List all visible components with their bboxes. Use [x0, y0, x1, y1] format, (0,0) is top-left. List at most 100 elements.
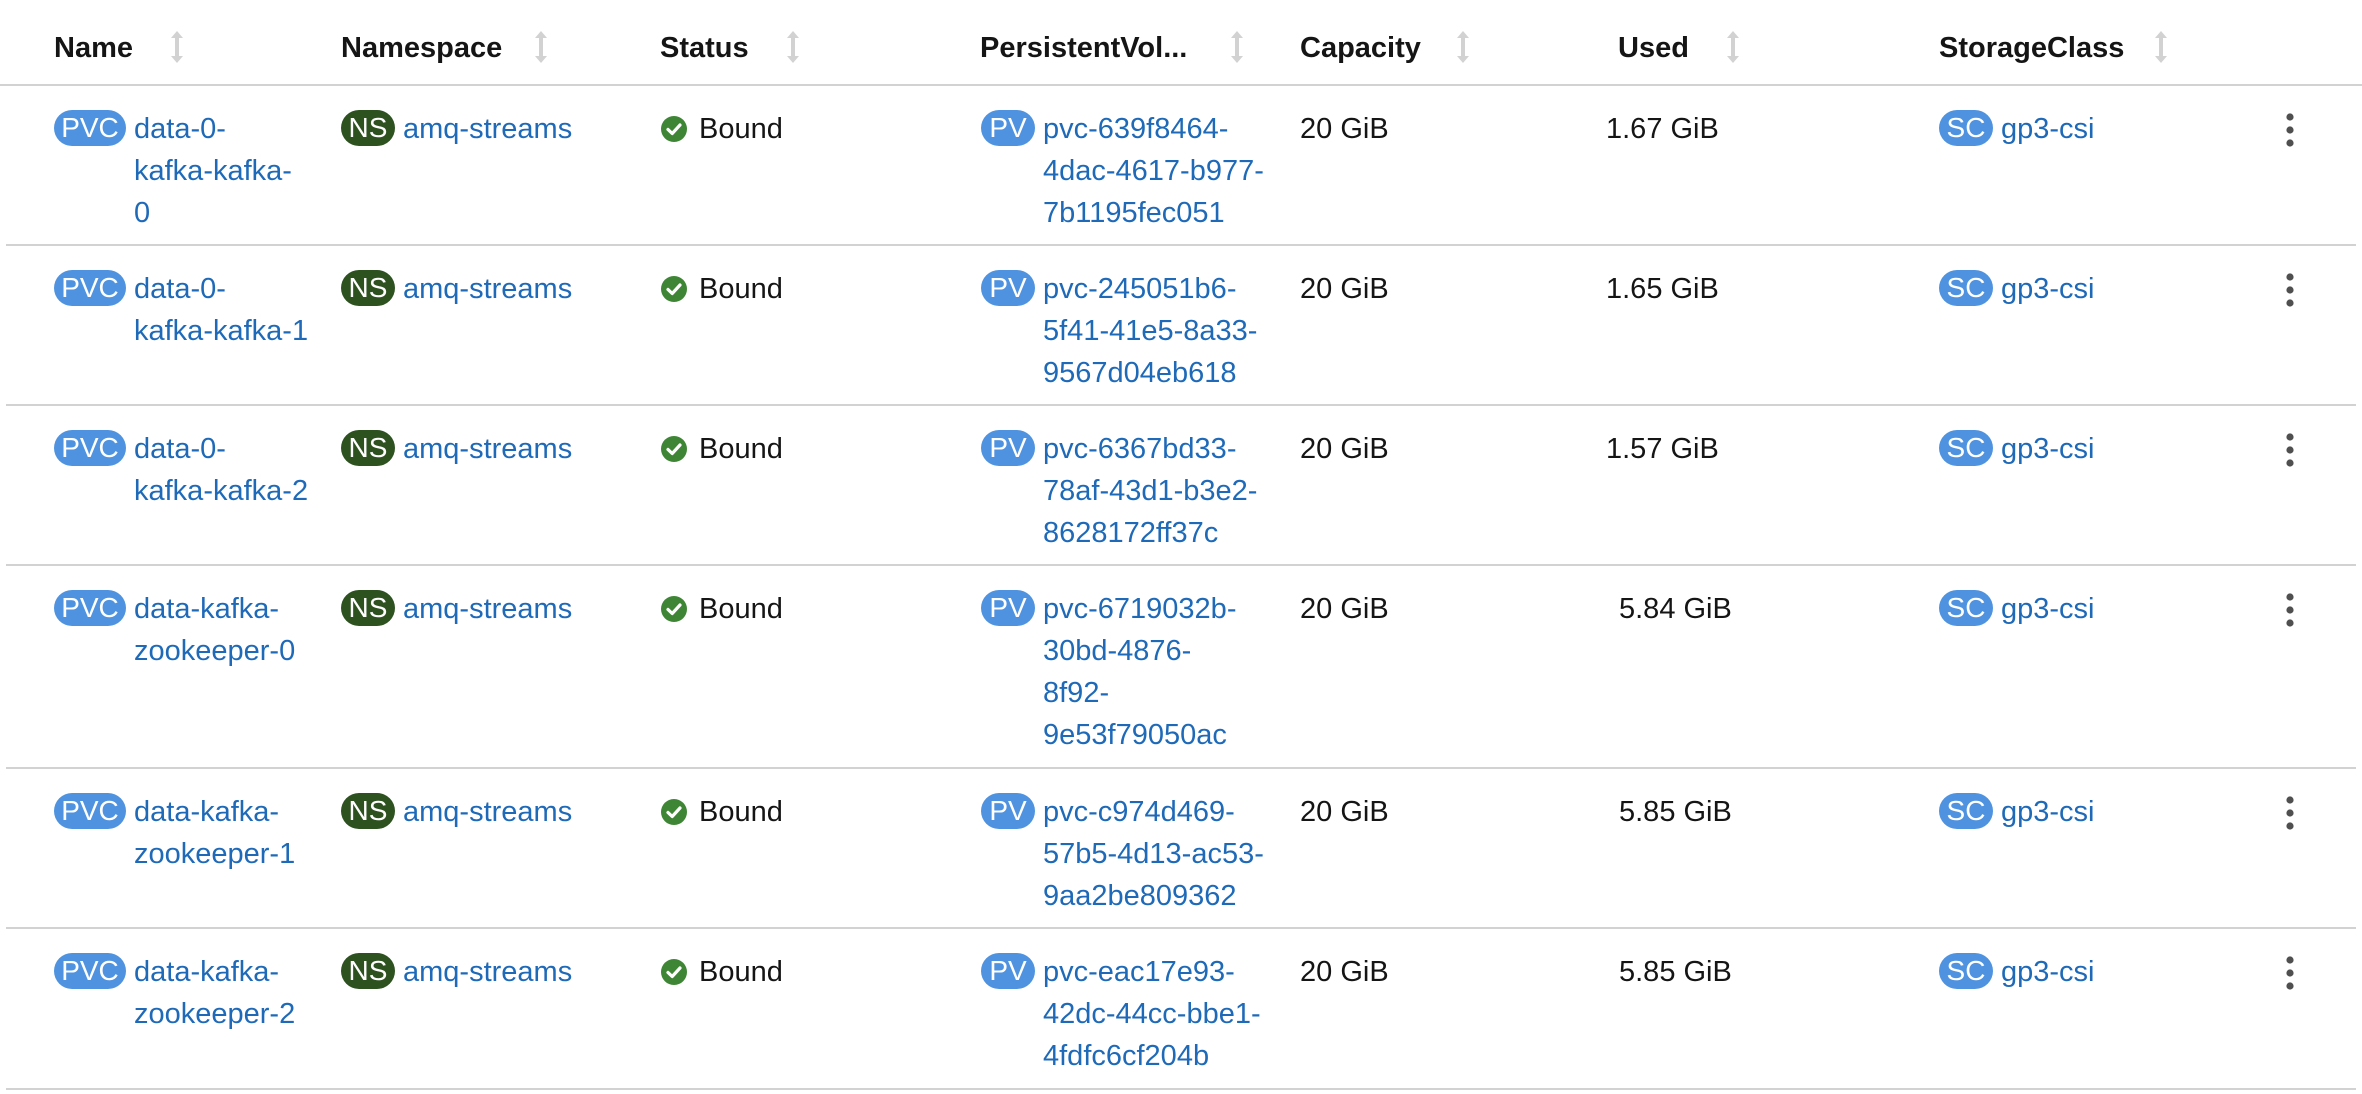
namespace-link[interactable]: amq-streams: [403, 791, 572, 833]
sort-arrows-icon[interactable]: [2151, 30, 2171, 64]
pv-name-link[interactable]: pvc-639f8464- 4dac-4617-b977- 7b1195fec051: [1043, 108, 1264, 234]
cell-storage-class: SC gp3-csi: [1939, 791, 2095, 833]
cell-capacity: 20 GiB: [1300, 108, 1389, 150]
cell-capacity: 20 GiB: [1300, 791, 1389, 833]
column-header-namespace[interactable]: Namespace: [341, 30, 502, 66]
pv-badge: PV: [981, 793, 1035, 829]
pv-name-link[interactable]: pvc-6719032b- 30bd-4876- 8f92- 9e53f79050ac: [1043, 588, 1236, 756]
cell-status: Bound: [661, 791, 783, 833]
kebab-menu-icon[interactable]: [2278, 110, 2302, 150]
kebab-menu-icon[interactable]: [2278, 270, 2302, 310]
ns-badge: NS: [341, 953, 395, 989]
pvc-name-link[interactable]: data-0- kafka-kafka- 0: [134, 108, 292, 234]
cell-storage-class: SC gp3-csi: [1939, 108, 2095, 150]
pv-name-link[interactable]: pvc-c974d469- 57b5-4d13-ac53- 9aa2be809362: [1043, 791, 1264, 917]
sort-arrows-icon[interactable]: [531, 30, 551, 64]
pv-name-link[interactable]: pvc-6367bd33- 78af-43d1-b3e2- 8628172ff37c: [1043, 428, 1257, 554]
cell-used: 1.67 GiB: [1606, 108, 1719, 150]
check-circle-icon: [661, 436, 687, 462]
ns-badge: NS: [341, 590, 395, 626]
column-header-name[interactable]: Name: [54, 30, 133, 66]
pv-name-link[interactable]: pvc-245051b6- 5f41-41e5-8a33- 9567d04eb618: [1043, 268, 1257, 394]
cell-storage-class: SC gp3-csi: [1939, 428, 2095, 470]
cell-name: PVC data-kafka-zookeeper-1: [54, 791, 295, 875]
check-circle-icon: [661, 959, 687, 985]
cell-persistent-volume: PV pvc-639f8464- 4dac-4617-b977- 7b1195fec0…: [981, 108, 1264, 234]
cell-capacity: 20 GiB: [1300, 951, 1389, 993]
check-circle-icon: [661, 276, 687, 302]
cell-persistent-volume: PV pvc-6719032b- 30bd-4876- 8f92- 9e53f79050…: [981, 588, 1236, 756]
cell-persistent-volume: PV pvc-6367bd33- 78af-43d1-b3e2- 8628172ff3…: [981, 428, 1257, 554]
pv-name-link[interactable]: pvc-eac17e93- 42dc-44cc-bbe1- 4fdfc6cf204b: [1043, 951, 1261, 1077]
table-row: PVC data-0- kafka-kafka-2 NS amq-streams Boun…: [6, 406, 2356, 566]
cell-used: 1.57 GiB: [1606, 428, 1719, 470]
cell-capacity: 20 GiB: [1300, 428, 1389, 470]
kebab-menu-icon[interactable]: [2278, 953, 2302, 993]
used-value: 1.57 GiB: [1606, 433, 1719, 465]
storage-class-link[interactable]: gp3-csi: [2001, 428, 2095, 470]
storage-class-link[interactable]: gp3-csi: [2001, 951, 2095, 993]
namespace-link[interactable]: amq-streams: [403, 108, 572, 150]
column-header-capacity[interactable]: Capacity: [1300, 30, 1421, 66]
cell-namespace: NS amq-streams: [341, 588, 572, 630]
table-row: PVC data-0- kafka-kafka- 0 NS amq-streams Boun…: [6, 86, 2356, 246]
check-circle-icon: [661, 596, 687, 622]
namespace-link[interactable]: amq-streams: [403, 428, 572, 470]
sort-arrows-icon[interactable]: [1723, 30, 1743, 64]
pvc-name-link[interactable]: data-kafka-zookeeper-1: [134, 791, 295, 875]
column-header-storage-class[interactable]: StorageClass: [1939, 30, 2124, 66]
capacity-value: 20 GiB: [1300, 593, 1389, 625]
column-header-status[interactable]: Status: [660, 30, 749, 66]
used-value: 5.85 GiB: [1619, 796, 1732, 828]
pvc-name-link[interactable]: data-kafka-zookeeper-2: [134, 951, 295, 1035]
capacity-value: 20 GiB: [1300, 796, 1389, 828]
status-text: Bound: [699, 113, 783, 145]
cell-name: PVC data-0- kafka-kafka-1: [54, 268, 308, 352]
ns-badge: NS: [341, 793, 395, 829]
sc-badge: SC: [1939, 590, 1993, 626]
storage-class-link[interactable]: gp3-csi: [2001, 791, 2095, 833]
table-header: Name Namespace Status PersistentVol... C…: [0, 0, 2362, 86]
pvc-name-link[interactable]: data-0- kafka-kafka-1: [134, 268, 308, 352]
sc-badge: SC: [1939, 953, 1993, 989]
used-value: 5.84 GiB: [1619, 593, 1732, 625]
storage-class-link[interactable]: gp3-csi: [2001, 588, 2095, 630]
pv-badge: PV: [981, 270, 1035, 306]
kebab-menu-icon[interactable]: [2278, 793, 2302, 833]
storage-class-link[interactable]: gp3-csi: [2001, 108, 2095, 150]
status-text: Bound: [699, 796, 783, 828]
cell-namespace: NS amq-streams: [341, 951, 572, 993]
cell-namespace: NS amq-streams: [341, 791, 572, 833]
check-circle-icon: [661, 116, 687, 142]
table-row: PVC data-0- kafka-kafka-1 NS amq-streams Boun…: [6, 246, 2356, 406]
cell-namespace: NS amq-streams: [341, 268, 572, 310]
cell-used: 1.65 GiB: [1606, 268, 1719, 310]
capacity-value: 20 GiB: [1300, 273, 1389, 305]
namespace-link[interactable]: amq-streams: [403, 951, 572, 993]
cell-used: 5.84 GiB: [1619, 588, 1732, 630]
cell-storage-class: SC gp3-csi: [1939, 588, 2095, 630]
table-row: PVC data-kafka-zookeeper-0 NS amq-streams Bo…: [6, 566, 2356, 769]
sort-arrows-icon[interactable]: [1453, 30, 1473, 64]
status-text: Bound: [699, 273, 783, 305]
column-header-persistent-volume[interactable]: PersistentVol...: [980, 30, 1187, 66]
ns-badge: NS: [341, 270, 395, 306]
namespace-link[interactable]: amq-streams: [403, 588, 572, 630]
cell-used: 5.85 GiB: [1619, 951, 1732, 993]
pvc-name-link[interactable]: data-kafka-zookeeper-0: [134, 588, 295, 672]
cell-capacity: 20 GiB: [1300, 268, 1389, 310]
sort-arrows-icon[interactable]: [1227, 30, 1247, 64]
cell-status: Bound: [661, 951, 783, 993]
sc-badge: SC: [1939, 110, 1993, 146]
storage-class-link[interactable]: gp3-csi: [2001, 268, 2095, 310]
kebab-menu-icon[interactable]: [2278, 430, 2302, 470]
column-header-used[interactable]: Used: [1618, 30, 1689, 66]
sc-badge: SC: [1939, 430, 1993, 466]
sc-badge: SC: [1939, 793, 1993, 829]
sort-arrows-icon[interactable]: [167, 30, 187, 64]
pvc-badge: PVC: [54, 953, 126, 989]
sort-arrows-icon[interactable]: [783, 30, 803, 64]
pvc-name-link[interactable]: data-0- kafka-kafka-2: [134, 428, 308, 512]
namespace-link[interactable]: amq-streams: [403, 268, 572, 310]
kebab-menu-icon[interactable]: [2278, 590, 2302, 630]
